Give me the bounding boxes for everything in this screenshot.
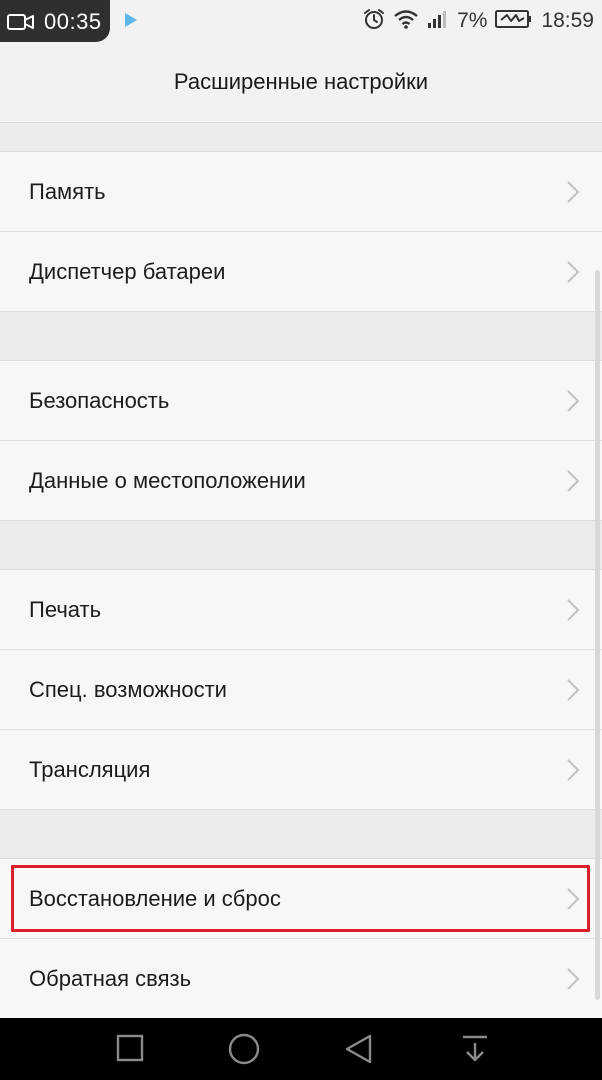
header: Расширенные настройки	[0, 42, 602, 123]
list-item-label: Диспетчер батареи	[29, 259, 226, 284]
battery-charging-icon	[495, 9, 533, 34]
navigation-bar	[0, 1018, 602, 1080]
list-item-label: Данные о местоположении	[29, 468, 306, 493]
wifi-icon	[393, 9, 419, 34]
chevron-right-icon	[566, 967, 580, 996]
screen: 00:35 7% 18:59 Расширенные настройки Пам…	[0, 0, 602, 1080]
video-camera-icon	[7, 13, 35, 36]
list-item-security[interactable]: Безопасность	[0, 361, 602, 441]
scrollbar[interactable]	[595, 270, 600, 1000]
play-store-icon	[124, 12, 138, 33]
screen-recording-indicator[interactable]: 00:35	[0, 0, 110, 42]
page-title: Расширенные настройки	[173, 69, 429, 94]
list-item-location[interactable]: Данные о местоположении	[0, 441, 602, 521]
recent-apps-icon[interactable]	[115, 1033, 145, 1068]
clock: 18:59	[541, 9, 594, 32]
list-item-label: Безопасность	[29, 388, 170, 413]
battery-percent: 7%	[457, 9, 488, 32]
back-icon[interactable]	[343, 1033, 375, 1070]
chevron-right-icon	[566, 180, 580, 209]
settings-list: Память Диспетчер батареи Безопасность Да…	[0, 123, 602, 1019]
chevron-right-icon	[566, 260, 580, 289]
signal-icon	[427, 9, 449, 34]
list-item-battery-manager[interactable]: Диспетчер батареи	[0, 232, 602, 312]
recording-timer: 00:35	[44, 9, 102, 34]
home-icon[interactable]	[227, 1033, 261, 1070]
chevron-right-icon	[566, 887, 580, 916]
list-item-label: Спец. возможности	[29, 677, 227, 702]
status-bar: 00:35 7% 18:59	[0, 0, 602, 42]
list-item-label: Обратная связь	[29, 966, 192, 991]
chevron-right-icon	[566, 389, 580, 418]
chevron-right-icon	[566, 678, 580, 707]
chevron-right-icon	[566, 469, 580, 498]
alarm-icon	[363, 8, 385, 35]
list-item-printing[interactable]: Печать	[0, 570, 602, 650]
list-item-cast[interactable]: Трансляция	[0, 730, 602, 810]
notifications-pull-icon[interactable]	[460, 1033, 490, 1070]
section-divider	[0, 312, 602, 361]
section-divider	[0, 810, 602, 859]
list-item-label: Восстановление и сброс	[29, 886, 281, 911]
list-item-label: Память	[29, 179, 106, 204]
chevron-right-icon	[566, 758, 580, 787]
list-item-label: Печать	[29, 597, 102, 622]
list-item-label: Трансляция	[29, 757, 151, 782]
list-item-accessibility[interactable]: Спец. возможности	[0, 650, 602, 730]
list-item-feedback[interactable]: Обратная связь	[0, 939, 602, 1019]
status-icons: 7% 18:59	[363, 6, 594, 36]
section-divider	[0, 123, 602, 152]
section-divider	[0, 521, 602, 570]
chevron-right-icon	[566, 598, 580, 627]
list-item-memory[interactable]: Память	[0, 152, 602, 232]
list-item-backup-reset[interactable]: Восстановление и сброс	[0, 859, 602, 939]
